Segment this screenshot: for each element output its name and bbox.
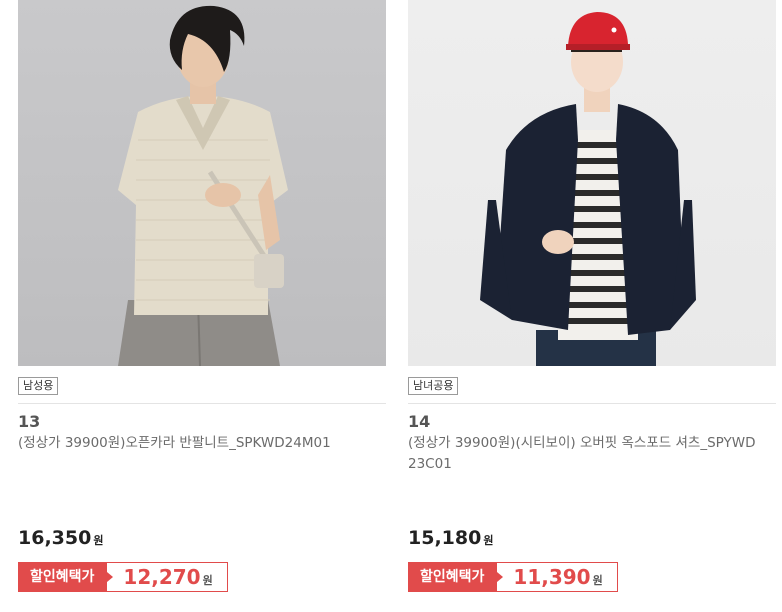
product-image[interactable] (408, 0, 776, 366)
benefit-price-unit: 원 (202, 574, 213, 587)
benefit-price: 11,390 원 (497, 563, 616, 591)
benefit-price-value: 11,390 (513, 565, 591, 589)
benefit-label: 할인혜택가 (19, 563, 114, 591)
gender-tag: 남성용 (18, 377, 59, 395)
price-value: 16,350 (18, 527, 92, 549)
product-card[interactable]: 남녀공용 14 (정상가 39900원)(시티보이) 오버핏 옥스포드 셔츠_S… (408, 0, 776, 612)
price-unit: 원 (93, 534, 104, 547)
product-title[interactable]: (정상가 39900원)(시티보이) 오버핏 옥스포드 셔츠_SPYWD23C0… (408, 433, 760, 475)
discount-benefit-box: 할인혜택가 12,270 원 (18, 562, 228, 592)
product-number: 13 (18, 412, 41, 431)
price-value: 15,180 (408, 527, 482, 549)
product-number: 14 (408, 412, 431, 431)
product-title[interactable]: (정상가 39900원)오픈카라 반팔니트_SPKWD24M01 (18, 433, 370, 454)
benefit-label: 할인혜택가 (409, 563, 504, 591)
benefit-price: 12,270 원 (107, 563, 226, 591)
benefit-price-value: 12,270 (123, 565, 201, 589)
product-price: 16,350 원 (18, 527, 103, 549)
gender-tag: 남녀공용 (408, 377, 459, 395)
price-unit: 원 (483, 534, 494, 547)
product-image[interactable] (18, 0, 386, 366)
product-card[interactable]: 남성용 13 (정상가 39900원)오픈카라 반팔니트_SPKWD24M01 … (18, 0, 386, 612)
benefit-price-unit: 원 (592, 574, 603, 587)
divider (18, 403, 386, 404)
divider (408, 403, 776, 404)
product-price: 15,180 원 (408, 527, 493, 549)
discount-benefit-box: 할인혜택가 11,390 원 (408, 562, 618, 592)
